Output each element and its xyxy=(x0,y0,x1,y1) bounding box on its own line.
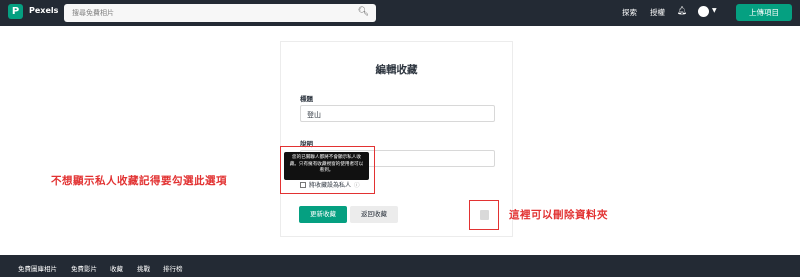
search-placeholder: 搜尋免費相片 xyxy=(72,9,114,17)
brand-name[interactable]: Pexels xyxy=(29,6,58,15)
annotation-box-delete xyxy=(469,200,499,230)
title-field-value: 登山 xyxy=(307,111,321,119)
nav-explore[interactable]: 探索 xyxy=(622,7,637,18)
back-to-collection-button[interactable]: 返回收藏 xyxy=(350,206,398,223)
footer-challenges[interactable]: 挑戰 xyxy=(137,263,150,273)
footer-bar: 免費圖庫相片 免費影片 收藏 挑戰 排行榜 xyxy=(0,255,800,277)
annotation-delete-note: 這裡可以刪除資料夾 xyxy=(509,209,608,221)
nav-license[interactable]: 授權 xyxy=(650,7,665,18)
footer-leaderboard[interactable]: 排行榜 xyxy=(163,263,183,273)
title-field-label: 標題 xyxy=(300,95,313,103)
footer-free-videos[interactable]: 免費影片 xyxy=(71,263,97,273)
search-input[interactable]: 搜尋免費相片 🔍︎ xyxy=(64,4,376,22)
footer-collections[interactable]: 收藏 xyxy=(110,263,123,273)
page-title: 編輯收藏 xyxy=(375,64,418,76)
chevron-down-icon[interactable]: ▼ xyxy=(712,7,717,14)
top-nav-bar: P Pexels 搜尋免費相片 🔍︎ 探索 授權 🔔︎ ▼ 上傳項目 xyxy=(0,0,800,26)
footer-free-photos[interactable]: 免費圖庫相片 xyxy=(18,263,57,273)
update-collection-button[interactable]: 更新收藏 xyxy=(299,206,347,223)
annotation-private-note: 不想顯示私人收藏記得要勾選此選項 xyxy=(51,175,227,187)
title-field[interactable]: 登山 xyxy=(300,105,495,122)
search-icon[interactable]: 🔍︎ xyxy=(358,7,369,17)
bell-icon[interactable]: 🔔︎ xyxy=(677,6,687,15)
annotation-box-private xyxy=(280,146,375,194)
pexels-logo[interactable]: P xyxy=(8,4,23,19)
upload-button[interactable]: 上傳項目 xyxy=(736,4,792,21)
avatar[interactable] xyxy=(698,6,709,17)
